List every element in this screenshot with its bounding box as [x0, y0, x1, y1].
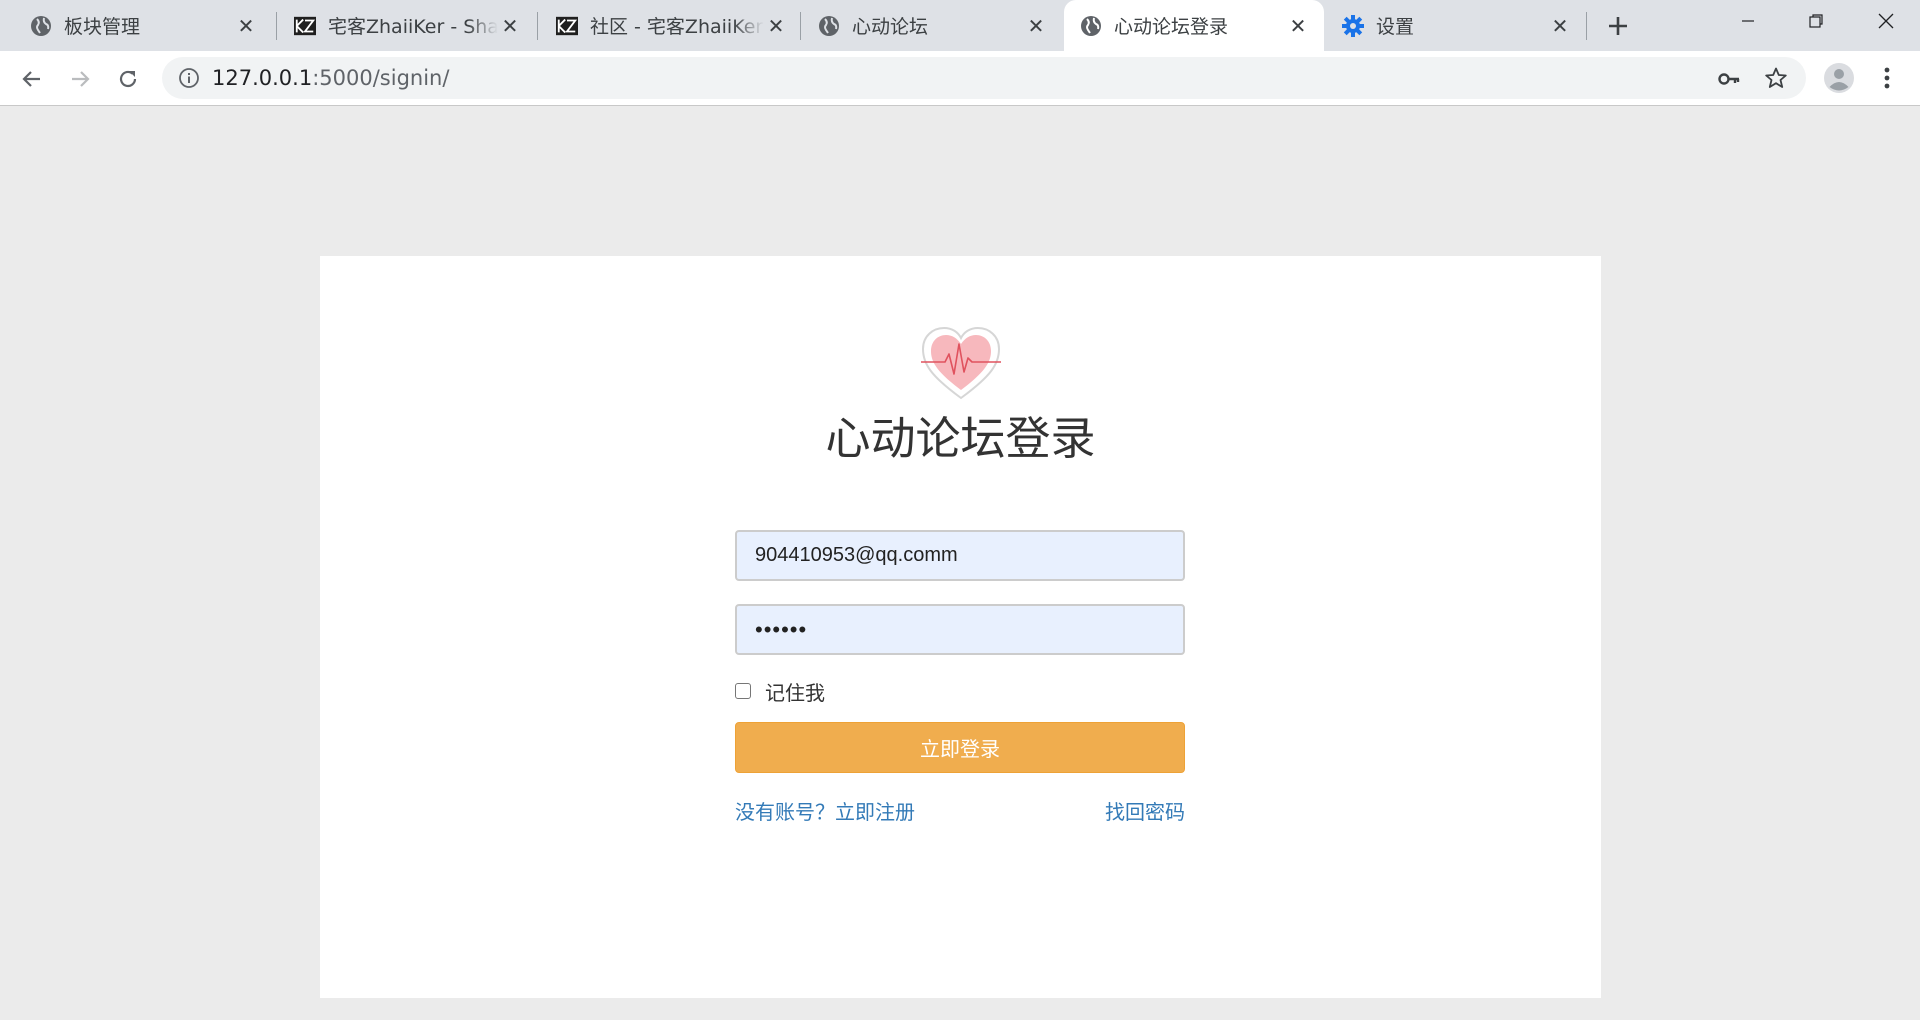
restore-icon[interactable] — [1788, 0, 1844, 42]
globe-icon — [30, 15, 52, 37]
tab-separator — [800, 12, 801, 40]
url-text[interactable]: 127.0.0.1:5000/signin/ — [212, 57, 449, 99]
forgot-password-link[interactable]: 找回密码 — [1105, 796, 1185, 825]
address-bar[interactable]: 127.0.0.1:5000/signin/ — [162, 57, 1806, 99]
profile-avatar-icon[interactable] — [1823, 62, 1855, 94]
login-card: 心动论坛登录 904410953@qq.comm •••••• 记住我 立即登录… — [320, 256, 1601, 998]
reload-icon[interactable] — [112, 63, 144, 95]
heartbeat-logo-icon — [919, 324, 1003, 404]
close-icon[interactable]: ✕ — [764, 14, 788, 38]
close-window-icon[interactable] — [1858, 0, 1914, 42]
register-link[interactable]: 没有账号？立即注册 — [735, 796, 915, 825]
tab-title: 宅客ZhaiiKer - Share — [328, 16, 498, 38]
login-button[interactable]: 立即登录 — [735, 722, 1185, 773]
url-path: :5000/signin/ — [312, 66, 450, 90]
tab-board-management[interactable]: 板块管理 ✕ — [0, 0, 272, 51]
more-menu-icon[interactable] — [1872, 63, 1902, 93]
zhaiiker-logo-icon — [294, 15, 316, 37]
tab-separator — [1586, 12, 1587, 40]
close-icon[interactable]: ✕ — [498, 14, 522, 38]
remember-checkbox[interactable] — [735, 683, 751, 699]
zhaiiker-logo-icon — [556, 15, 578, 37]
new-tab-icon[interactable] — [1602, 10, 1634, 42]
star-icon[interactable] — [1764, 66, 1788, 90]
close-icon[interactable]: ✕ — [1548, 14, 1572, 38]
globe-icon — [1080, 15, 1102, 37]
remember-me[interactable]: 记住我 — [735, 678, 825, 705]
forward-arrow-icon[interactable] — [64, 63, 96, 95]
url-host: 127.0.0.1 — [212, 66, 313, 90]
tab-zhaiiker-share[interactable]: 宅客ZhaiiKer - Share ✕ — [278, 0, 536, 51]
remember-label: 记住我 — [765, 680, 825, 705]
tab-zhaiiker-community[interactable]: 社区 - 宅客ZhaiiKer ✕ — [540, 0, 802, 51]
globe-icon — [818, 15, 840, 37]
password-field[interactable]: •••••• — [735, 604, 1185, 655]
info-icon[interactable] — [178, 67, 200, 89]
tab-title: 板块管理 — [64, 16, 141, 38]
tab-separator — [537, 12, 538, 40]
tab-title: 社区 - 宅客ZhaiiKer — [590, 16, 764, 38]
tab-title: 心动论坛 — [852, 16, 929, 38]
close-icon[interactable]: ✕ — [1286, 14, 1310, 38]
close-icon[interactable]: ✕ — [234, 14, 258, 38]
back-arrow-icon[interactable] — [16, 63, 48, 95]
tab-settings[interactable]: 设置 ✕ — [1326, 0, 1586, 51]
tab-separator — [276, 12, 277, 40]
tab-xindong-forum[interactable]: 心动论坛 ✕ — [802, 0, 1062, 51]
tab-title: 设置 — [1376, 16, 1415, 38]
tab-strip: 板块管理 ✕ 宅客ZhaiiKer - Share ✕ 社区 - 宅客Zhaii… — [0, 0, 1920, 51]
minimize-icon[interactable] — [1720, 0, 1776, 42]
key-icon[interactable] — [1717, 67, 1741, 91]
tab-title: 心动论坛登录 — [1114, 16, 1229, 38]
gear-icon — [1342, 14, 1364, 37]
browser-toolbar: 127.0.0.1:5000/signin/ — [0, 51, 1920, 106]
close-icon[interactable]: ✕ — [1024, 14, 1048, 38]
page-title: 心动论坛登录 — [825, 412, 1096, 465]
email-field[interactable]: 904410953@qq.comm — [735, 530, 1185, 581]
tab-forum-login[interactable]: 心动论坛登录 ✕ — [1064, 0, 1324, 51]
